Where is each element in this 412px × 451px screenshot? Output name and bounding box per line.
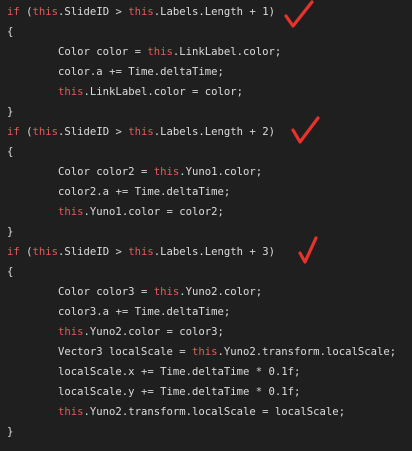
code-token: color3.a <box>7 306 116 318</box>
code-token: += <box>140 386 154 398</box>
code-token: this <box>153 166 180 178</box>
code-token: this <box>128 126 154 138</box>
code-token: this <box>58 206 84 218</box>
code-token: } <box>7 426 14 438</box>
code-line: { <box>7 22 13 42</box>
code-line: } <box>7 102 13 122</box>
code-line: Color color2 = this.Yuno1.color; <box>7 162 262 182</box>
code-token: localScale.y <box>7 386 141 398</box>
code-token: Time.deltaTime; <box>121 66 224 78</box>
checkmark-icon-2 <box>291 116 320 144</box>
code-token: color2.a <box>7 186 116 198</box>
code-token: Time.deltaTime; <box>128 306 231 318</box>
code-token: ( <box>19 246 33 258</box>
code-editor: if (this.SlideID > this.Labels.Length + … <box>0 0 412 451</box>
code-token: this <box>32 6 59 18</box>
code-line: { <box>7 142 13 162</box>
code-token: 3) <box>255 246 275 258</box>
code-token: .Yuno2.color <box>83 326 167 338</box>
code-token: .Yuno2.transform.localScale <box>83 406 263 418</box>
code-token: if <box>7 246 20 258</box>
code-token: 2) <box>255 126 275 138</box>
checkmark-icon-3 <box>298 236 318 264</box>
code-line: color2.a += Time.deltaTime; <box>7 182 230 202</box>
code-token: } <box>7 106 14 118</box>
code-token: ( <box>19 6 33 18</box>
code-token: this <box>153 286 180 298</box>
code-token: .Yuno1.color <box>83 206 167 218</box>
code-token: .Yuno1.color; <box>179 166 263 178</box>
checkmark-icon-1 <box>284 0 314 28</box>
code-line: this.LinkLabel.color = color; <box>7 82 243 102</box>
code-line: this.Yuno1.color = color2; <box>7 202 224 222</box>
code-token: color; <box>198 86 244 98</box>
code-token: += <box>115 306 129 318</box>
code-token: Color color <box>7 46 135 58</box>
code-line: if (this.SlideID > this.Labels.Length + … <box>7 122 275 142</box>
code-token: += <box>109 66 122 78</box>
code-token: this <box>32 126 59 138</box>
code-line: localScale.x += Time.deltaTime * 0.1f; <box>7 362 300 382</box>
code-line: this.Yuno2.color = color3; <box>7 322 224 342</box>
code-token: localScale; <box>268 406 346 418</box>
code-token: Color color2 <box>7 166 141 178</box>
code-line: this.Yuno2.transform.localScale = localS… <box>7 402 345 422</box>
code-token: .Labels.Length <box>153 6 250 18</box>
code-token: color2; <box>172 206 224 218</box>
code-token: this <box>192 346 218 358</box>
code-token: this <box>58 86 84 98</box>
code-token: { <box>7 146 14 158</box>
code-line: Color color = this.LinkLabel.color; <box>7 42 281 62</box>
code-token: this <box>128 6 154 18</box>
code-token: += <box>115 186 129 198</box>
code-token: .Yuno2.transform.localScale; <box>217 346 397 358</box>
code-token: this <box>147 46 173 58</box>
code-line: Color color3 = this.Yuno2.color; <box>7 282 262 302</box>
code-line: color3.a += Time.deltaTime; <box>7 302 230 322</box>
code-line: } <box>7 422 13 442</box>
code-token: if <box>7 126 20 138</box>
code-line: color.a += Time.deltaTime; <box>7 62 224 82</box>
code-line: if (this.SlideID > this.Labels.Length + … <box>7 242 275 262</box>
code-token: .LinkLabel.color <box>83 86 192 98</box>
code-token: .SlideID <box>58 126 116 138</box>
code-token: if <box>7 6 20 18</box>
code-token: color.a <box>7 66 110 78</box>
code-token: Time.deltaTime; <box>128 186 231 198</box>
code-line: localScale.y += Time.deltaTime * 0.1f; <box>7 382 300 402</box>
code-token: Color color3 <box>7 286 141 298</box>
code-token: { <box>7 26 14 38</box>
code-token: } <box>7 226 14 238</box>
code-token: 0.1f; <box>262 386 301 398</box>
code-token: .Labels.Length <box>153 126 250 138</box>
code-token: Time.deltaTime <box>153 366 256 378</box>
code-token: .SlideID <box>58 246 116 258</box>
code-line: } <box>7 222 13 242</box>
code-token: this <box>32 246 59 258</box>
code-token: localScale.x <box>7 366 141 378</box>
code-token: ( <box>19 126 33 138</box>
code-line: if (this.SlideID > this.Labels.Length + … <box>7 2 275 22</box>
code-token: 0.1f; <box>262 366 301 378</box>
code-token: { <box>7 266 14 278</box>
code-token: += <box>140 366 154 378</box>
code-token: Vector3 localScale <box>7 346 180 358</box>
code-line: Vector3 localScale = this.Yuno2.transfor… <box>7 342 396 362</box>
code-line: { <box>7 262 13 282</box>
code-token: .Labels.Length <box>153 246 250 258</box>
code-token: .SlideID <box>58 6 116 18</box>
code-token: .LinkLabel.color; <box>172 46 282 58</box>
code-token: .Yuno2.color; <box>179 286 263 298</box>
code-token: Time.deltaTime <box>153 386 256 398</box>
code-token: this <box>128 246 154 258</box>
code-token: this <box>58 326 84 338</box>
code-token: this <box>58 406 84 418</box>
code-token: color3; <box>172 326 224 338</box>
code-token: 1) <box>255 6 275 18</box>
